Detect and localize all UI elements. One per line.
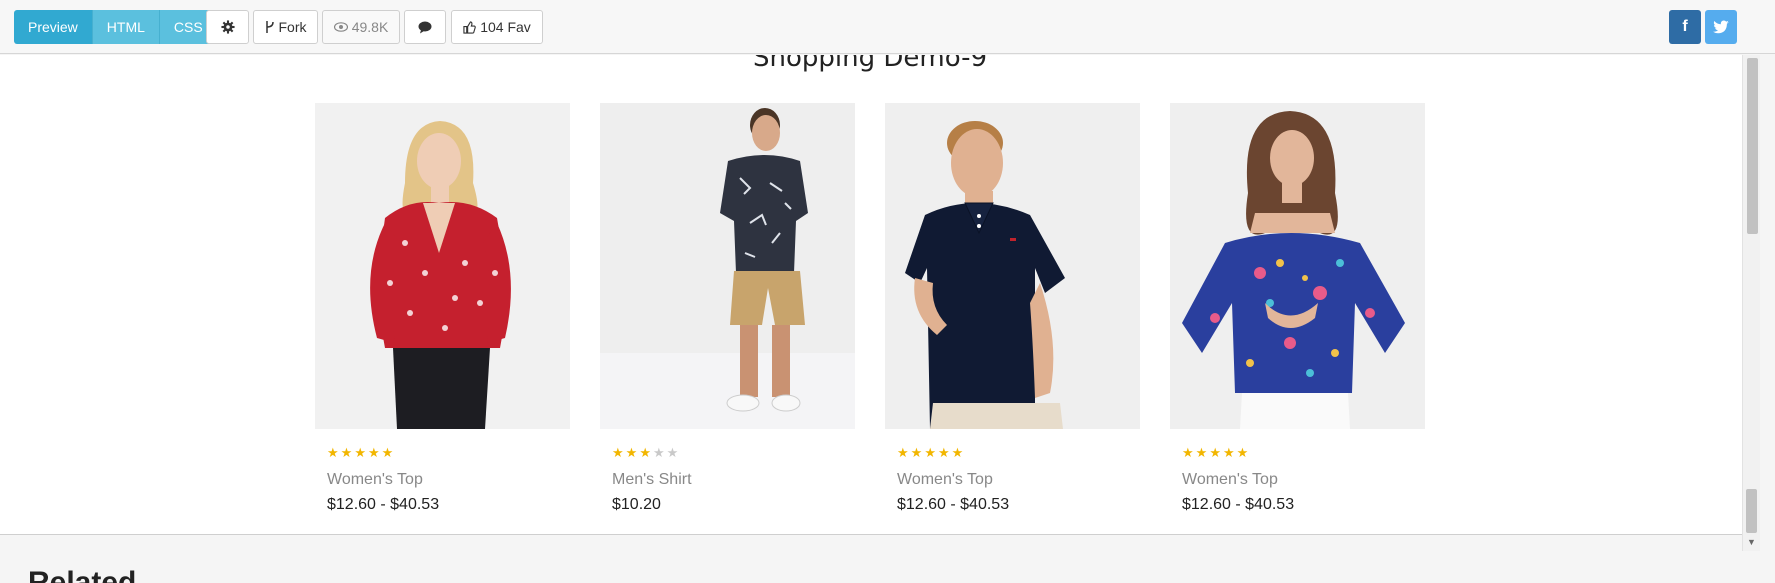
product-card: ★ ★ ★ ★ ★ Women's Top $12.60 - $40.53 <box>1170 103 1425 513</box>
preview-frame: Shopping Demo-9 ★ ★ ★ ★ ★ Women's Top $1… <box>0 55 1760 535</box>
star-icon: ★ <box>951 445 964 460</box>
star-icon: ★ <box>340 445 353 460</box>
fork-icon <box>265 21 274 33</box>
related-heading: Related <box>28 566 137 583</box>
star-icon: ★ <box>612 445 624 460</box>
scroll-thumb[interactable] <box>1746 489 1757 533</box>
top-toolbar: Preview HTML CSS Fork 49.8K 104 Fav f <box>0 0 1775 54</box>
star-icon: ★ <box>666 445 679 460</box>
comment-button[interactable] <box>404 10 446 44</box>
views-counter: 49.8K <box>322 10 400 44</box>
star-icon: ★ <box>1209 445 1221 460</box>
product-image[interactable] <box>600 103 855 429</box>
star-icon: ★ <box>354 445 366 460</box>
rating-stars: ★ ★ ★ ★ ★ <box>897 445 963 461</box>
product-name[interactable]: Women's Top <box>327 471 423 489</box>
product-image[interactable] <box>885 103 1140 429</box>
star-icon: ★ <box>625 445 638 460</box>
thumbs-up-icon <box>463 20 476 34</box>
star-icon: ★ <box>652 445 665 460</box>
product-price: $12.60 - $40.53 <box>327 496 440 513</box>
product-card: ★ ★ ★ ★ ★ Women's Top $12.60 - $40.53 <box>885 103 1140 513</box>
product-name[interactable]: Women's Top <box>1182 471 1278 489</box>
product-price: $12.60 - $40.53 <box>897 496 1010 513</box>
gear-icon <box>220 20 235 34</box>
view-tabs: Preview HTML CSS <box>14 10 217 44</box>
fork-button[interactable]: Fork <box>253 10 318 44</box>
twitter-share-button[interactable] <box>1705 10 1737 44</box>
product-image[interactable] <box>315 103 570 429</box>
star-icon: ★ <box>639 445 651 460</box>
star-icon: ★ <box>367 445 380 460</box>
tab-preview[interactable]: Preview <box>14 10 93 44</box>
star-icon: ★ <box>924 445 936 460</box>
star-icon: ★ <box>1182 445 1194 460</box>
star-icon: ★ <box>897 445 909 460</box>
product-name[interactable]: Men's Shirt <box>612 471 692 489</box>
views-label: 49.8K <box>351 19 389 35</box>
product-card: ★ ★ ★ ★ ★ Men's Shirt $10.20 <box>600 103 855 513</box>
facebook-share-button[interactable]: f <box>1669 10 1701 44</box>
star-icon: ★ <box>327 445 339 460</box>
product-price: $10.20 <box>612 496 661 513</box>
tab-html[interactable]: HTML <box>92 10 160 44</box>
page-title: Shopping Demo-9 <box>752 55 988 73</box>
fav-button[interactable]: 104 Fav <box>451 10 543 44</box>
star-icon: ★ <box>910 445 923 460</box>
facebook-icon: f <box>1682 18 1688 35</box>
fork-label: Fork <box>278 19 307 35</box>
product-card: ★ ★ ★ ★ ★ Women's Top $12.60 - $40.53 <box>315 103 570 513</box>
product-image[interactable] <box>1170 103 1425 429</box>
rating-stars: ★ ★ ★ ★ ★ <box>1182 445 1248 461</box>
page-scroll-thumb[interactable] <box>1747 58 1758 234</box>
star-icon: ★ <box>381 445 394 460</box>
product-price: $12.60 - $40.53 <box>1182 496 1295 513</box>
scroll-down-icon[interactable]: ▼ <box>1747 537 1756 547</box>
twitter-icon <box>1713 20 1729 34</box>
eye-icon <box>333 22 348 32</box>
fav-label: 104 Fav <box>480 19 531 35</box>
star-icon: ★ <box>937 445 950 460</box>
star-icon: ★ <box>1195 445 1208 460</box>
star-icon: ★ <box>1222 445 1235 460</box>
rating-stars: ★ ★ ★ ★ ★ <box>612 445 678 461</box>
comment-icon <box>418 21 432 33</box>
product-name[interactable]: Women's Top <box>897 471 993 489</box>
rating-stars: ★ ★ ★ ★ ★ <box>327 445 393 461</box>
star-icon: ★ <box>1236 445 1249 460</box>
settings-button[interactable] <box>206 10 249 44</box>
